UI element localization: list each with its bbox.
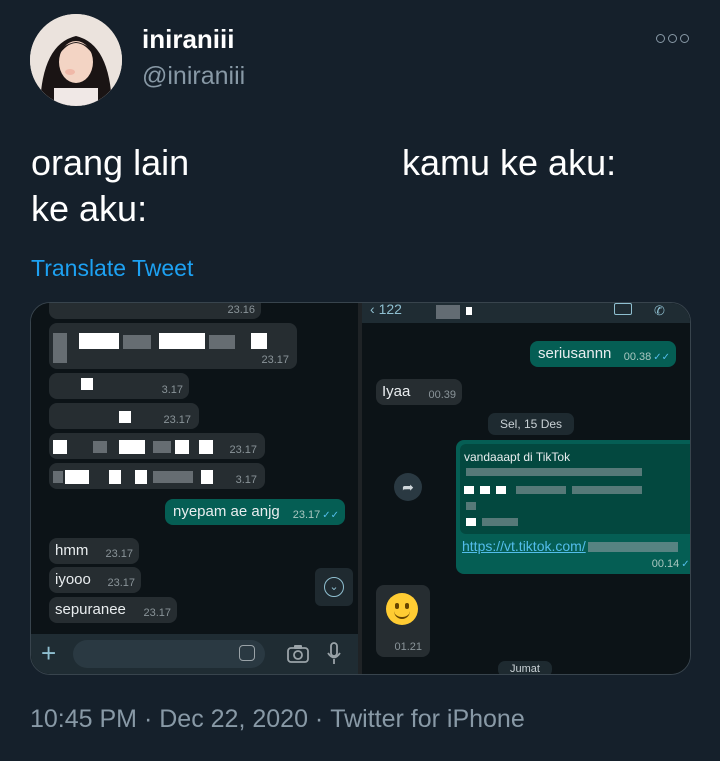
message-time: 23.17 xyxy=(261,354,289,366)
message-time: 3.17 xyxy=(235,474,257,486)
tweet-text-line: orang lain xyxy=(31,142,190,183)
more-options-icon[interactable] xyxy=(656,34,689,43)
message-time: 23.17 xyxy=(229,444,257,456)
message-time: 23.17 xyxy=(292,509,321,521)
message-bubble: 23.16 xyxy=(49,303,261,319)
message-time: 3.17 xyxy=(161,384,183,396)
tweet-text-right: kamu ke aku: xyxy=(402,142,617,183)
tweet-time[interactable]: 10:45 PM xyxy=(30,705,137,733)
chat-screenshot-right: ‹ 122 ✆ seriusannn 00.38 ✓✓ Iyaa 00.39 Se… xyxy=(362,303,690,674)
separator: · xyxy=(314,704,324,733)
message-text: iyooo xyxy=(55,571,91,588)
video-call-icon[interactable] xyxy=(614,303,632,315)
double-check-icon: ✓✓ xyxy=(653,352,670,363)
chat-header: ‹ 122 ✆ xyxy=(362,303,690,323)
tweet-metadata: 10:45 PM · Dec 22, 2020 · Twitter for iP… xyxy=(30,704,525,734)
display-name[interactable]: iniraniii xyxy=(142,24,234,55)
phone-icon[interactable]: ✆ xyxy=(654,303,665,319)
message-time: 23.17 xyxy=(107,577,135,589)
tweet-media[interactable]: 23.16 23.17 3.17 23.17 23.17 3.17 nyepam… xyxy=(30,302,691,675)
message-text: hmm xyxy=(55,542,89,559)
sticker-icon[interactable] xyxy=(239,645,255,661)
double-check-icon: ✓✓ xyxy=(322,510,339,521)
camera-icon[interactable] xyxy=(287,644,309,664)
received-message: iyooo 23.17 xyxy=(49,567,141,593)
message-time: 23.17 xyxy=(163,414,191,426)
sent-message: seriusannn 00.38 ✓✓ xyxy=(530,341,676,367)
message-text: nyepam ae anjg xyxy=(173,503,280,520)
handle[interactable]: @iniraniii xyxy=(142,62,245,91)
double-check-icon: ✓✓ xyxy=(681,559,690,570)
separator: · xyxy=(143,704,153,733)
message-time: 23.17 xyxy=(143,607,171,619)
link-preview: vandaaapt di TikTok xyxy=(460,444,690,534)
avatar-photo xyxy=(30,14,122,106)
microphone-icon[interactable] xyxy=(327,642,341,666)
chevron-left-icon: ‹ xyxy=(370,303,379,317)
received-message: sepuranee 23.17 xyxy=(49,597,177,623)
redacted-message: 3.17 xyxy=(49,373,189,399)
unread-count: 122 xyxy=(378,303,402,317)
message-time: 01.21 xyxy=(394,641,422,653)
tiktok-link[interactable]: https://vt.tiktok.com/ xyxy=(462,538,586,554)
redacted-message: 23.17 xyxy=(49,403,199,429)
message-text: seriusannn xyxy=(538,345,612,362)
tweet-date[interactable]: Dec 22, 2020 xyxy=(159,705,308,733)
message-time: 23.16 xyxy=(227,304,255,316)
scroll-down-button[interactable]: ⌄ xyxy=(315,568,353,606)
message-time: 00.38 xyxy=(623,351,652,363)
received-message: hmm 23.17 xyxy=(49,538,139,564)
back-button[interactable]: ‹ 122 xyxy=(370,303,402,317)
chevron-down-icon: ⌄ xyxy=(324,577,344,597)
forward-icon[interactable]: ➦ xyxy=(394,473,422,501)
message-text: Iyaa xyxy=(382,383,411,400)
redacted-message: 23.17 xyxy=(49,433,265,459)
redacted-message: 23.17 xyxy=(49,323,297,369)
received-message: Iyaa 00.39 xyxy=(376,379,462,405)
message-input-bar: + xyxy=(31,634,358,674)
tweet-text-line: ke aku: xyxy=(31,188,148,229)
message-input[interactable] xyxy=(73,640,265,668)
redacted-message: 3.17 xyxy=(49,463,265,489)
smiley-emoji-icon xyxy=(386,593,418,625)
chat-screenshot-left: 23.16 23.17 3.17 23.17 23.17 3.17 nyepam… xyxy=(31,303,358,674)
message-time: 23.17 xyxy=(105,548,133,560)
sent-message: nyepam ae anjg 23.17 ✓✓ xyxy=(165,499,345,525)
tweet-source[interactable]: Twitter for iPhone xyxy=(330,705,525,733)
message-text: sepuranee xyxy=(55,601,126,618)
emoji-message: 01.21 xyxy=(376,585,430,657)
date-divider: Jumat xyxy=(498,661,552,674)
plus-icon[interactable]: + xyxy=(41,639,56,667)
date-divider: Sel, 15 Des xyxy=(488,413,575,435)
tweet-text-left: orang lain ke aku: xyxy=(31,140,189,232)
translate-tweet-link[interactable]: Translate Tweet xyxy=(31,255,193,282)
link-preview-title: vandaaapt di TikTok xyxy=(464,450,571,464)
avatar[interactable] xyxy=(30,14,122,106)
message-time: 00.39 xyxy=(428,389,456,401)
shared-link-message[interactable]: vandaaapt di TikTok https://vt.tiktok.co… xyxy=(456,440,690,574)
message-time: 00.14 xyxy=(651,558,680,570)
